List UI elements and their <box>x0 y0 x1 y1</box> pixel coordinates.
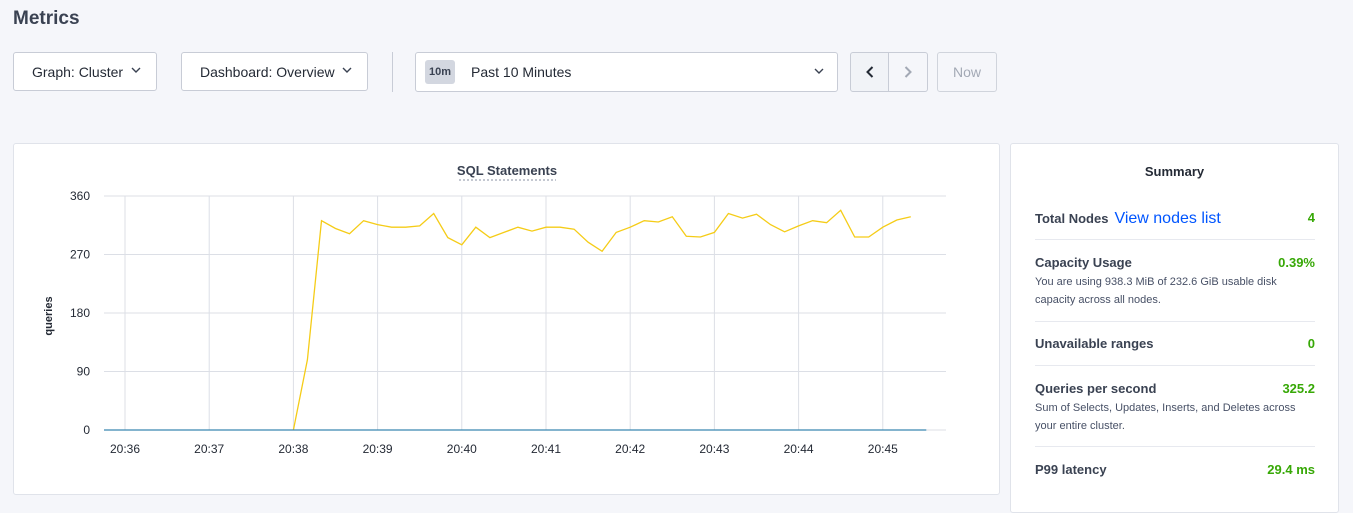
unavailable-ranges-value: 0 <box>1307 336 1315 351</box>
total-nodes-label: Total Nodes <box>1035 211 1109 226</box>
queries-per-second-description: Sum of Selects, Updates, Inserts, and De… <box>1035 402 1296 432</box>
toolbar-divider <box>392 52 393 92</box>
summary-panel: Summary Total Nodes View nodes list 4 Cap… <box>1010 143 1339 513</box>
time-range-label: Past 10 Minutes <box>471 64 572 80</box>
capacity-usage-value: 0.39% <box>1278 255 1315 270</box>
x-tick-label: 20:41 <box>531 442 561 456</box>
series-line <box>292 209 911 431</box>
graph-dropdown-label: Graph: Cluster <box>32 63 124 80</box>
now-button[interactable]: Now <box>937 52 997 92</box>
chevron-right-icon <box>904 66 912 78</box>
view-nodes-list-link[interactable]: View nodes list <box>1114 210 1220 227</box>
next-time-button[interactable] <box>889 52 928 92</box>
y-tick-label: 180 <box>70 306 90 320</box>
unavailable-ranges-row: Unavailable ranges 0 <box>1035 336 1315 351</box>
x-tick-label: 20:45 <box>868 442 898 456</box>
total-nodes-row: Total Nodes View nodes list 4 <box>1035 210 1315 228</box>
time-range-badge: 10m <box>425 60 455 84</box>
previous-time-button[interactable] <box>850 52 889 92</box>
capacity-usage-description: You are using 938.3 MiB of 232.6 GiB usa… <box>1035 276 1277 306</box>
chart-grid <box>104 195 946 431</box>
divider <box>1035 321 1315 322</box>
x-tick-label: 20:37 <box>194 442 224 456</box>
time-range-selector[interactable]: 10m Past 10 Minutes <box>415 52 838 92</box>
unavailable-ranges-label: Unavailable ranges <box>1035 336 1154 351</box>
chevron-down-icon <box>814 68 824 74</box>
p99-latency-value: 29.4 ms <box>1267 462 1315 477</box>
y-tick-label: 270 <box>70 248 90 262</box>
queries-per-second-label: Queries per second <box>1035 381 1157 396</box>
x-tick-label: 20:40 <box>447 442 477 456</box>
p99-latency-row: P99 latency 29.4 ms <box>1035 462 1315 477</box>
chevron-down-icon <box>342 67 352 73</box>
dashboard-dropdown[interactable]: Dashboard: Overview <box>181 52 368 91</box>
x-tick-label: 20:36 <box>110 442 140 456</box>
chart-series <box>104 209 927 431</box>
chevron-left-icon <box>866 66 874 78</box>
x-tick-label: 20:42 <box>615 442 645 456</box>
chevron-down-icon <box>131 67 141 73</box>
capacity-usage-label: Capacity Usage <box>1035 255 1132 270</box>
sql-statements-panel: SQL Statements queries 360 270 180 90 0 20:3… <box>13 143 1000 495</box>
x-tick-label: 20:38 <box>278 442 308 456</box>
queries-per-second-value: 325.2 <box>1282 381 1315 396</box>
x-tick-label: 20:39 <box>363 442 393 456</box>
total-nodes-value: 4 <box>1307 210 1315 225</box>
capacity-usage-row: Capacity Usage 0.39% You are using 938.3… <box>1035 255 1315 309</box>
y-tick-label: 90 <box>77 365 91 379</box>
x-tick-label: 20:44 <box>784 442 814 456</box>
summary-title: Summary <box>1144 164 1205 179</box>
page-title: Metrics <box>13 8 80 29</box>
y-tick-label: 360 <box>70 189 90 203</box>
queries-per-second-row: Queries per second 325.2 Sum of Selects,… <box>1035 381 1315 435</box>
x-tick-label: 20:43 <box>699 442 729 456</box>
divider <box>1035 365 1315 366</box>
y-tick-label: 0 <box>83 423 90 437</box>
sql-statements-chart: SQL Statements queries 360 270 180 90 0 20:3… <box>43 163 946 456</box>
graph-dropdown[interactable]: Graph: Cluster <box>13 52 157 91</box>
x-axis-ticks: 20:36 20:37 20:38 20:39 20:40 20:41 20:42 20:43… <box>110 442 898 456</box>
y-axis-ticks: 360 270 180 90 0 <box>70 189 90 437</box>
dashboard-dropdown-label: Dashboard: Overview <box>200 63 335 80</box>
divider <box>1035 239 1315 240</box>
divider <box>1035 446 1315 447</box>
y-axis-label: queries <box>43 296 55 335</box>
chart-title: SQL Statements <box>457 163 557 178</box>
